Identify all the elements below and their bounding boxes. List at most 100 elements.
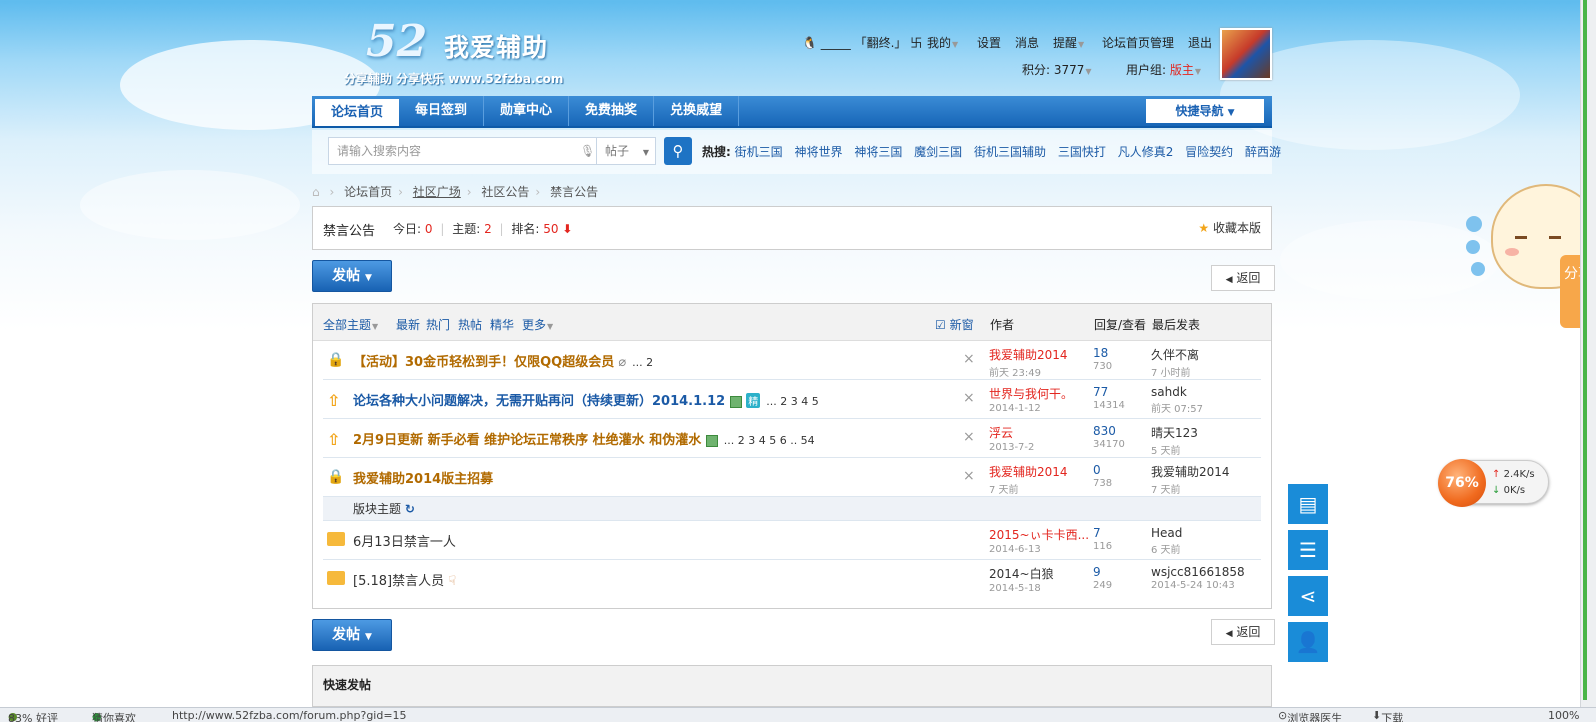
close-icon[interactable]: × (963, 390, 975, 406)
share-tool-button[interactable]: ⋖ (1288, 576, 1328, 616)
scroll-thumb[interactable] (1583, 0, 1587, 700)
nav-item-medals[interactable]: 勋章中心 (484, 96, 570, 126)
back-button[interactable]: ◀ 返回 (1211, 265, 1275, 291)
thread-title[interactable]: 2月9日更新 新手必看 维护论坛正常秩序 杜绝灌水 和伪灌水 ... 2 3 4… (353, 429, 815, 448)
thread-stats: 0 738 (1093, 463, 1113, 489)
thread-title[interactable]: 【活动】30金币轻松到手！仅限QQ超级会员 ⌀... 2 (353, 351, 653, 370)
qq-icon: 🐧 (802, 36, 817, 50)
thread-last-post[interactable]: wsjcc81661858 2014-5-24 10:43 (1151, 565, 1245, 591)
hot-term[interactable]: 三国快打 (1058, 145, 1106, 159)
search-type-select[interactable]: 帖子 ▼ (597, 137, 656, 165)
thread-author[interactable]: 2014~白狼 2014-5-18 (989, 565, 1054, 594)
section-divider: 版块主题 ↻ (323, 497, 1261, 521)
network-speed-widget[interactable]: 76% ↑ 2.4K/s ↓ 0K/s (1438, 459, 1549, 507)
avatar[interactable] (1220, 28, 1272, 80)
bg-cloud (1280, 220, 1500, 300)
back-button-bottom[interactable]: ◀ 返回 (1211, 619, 1275, 645)
thread-author[interactable]: 世界与我何干。 2014-1-12 (989, 385, 1073, 414)
refresh-icon[interactable]: ↻ (405, 502, 415, 516)
hot-term[interactable]: 神将世界 (794, 145, 842, 159)
thread-title[interactable]: 我爱辅助2014版主招募 (353, 468, 493, 487)
downloads[interactable]: ⬇ 下载 (1372, 709, 1403, 722)
list-tool-button[interactable]: ☰ (1288, 530, 1328, 570)
user-tool-icon: 👤 (1295, 630, 1321, 654)
table-row: ⇧ 论坛各种大小问题解决，无需开贴再问（持续更新）2014.1.12 精... … (323, 380, 1261, 419)
hot-term[interactable]: 街机三国 (735, 145, 783, 159)
checkbox-icon: ☑ (935, 318, 946, 332)
quick-post-header[interactable]: 快速发帖 (312, 665, 1272, 707)
thread-title[interactable]: 论坛各种大小问题解决，无需开贴再问（持续更新）2014.1.12 精... 2 … (353, 390, 819, 409)
close-icon[interactable]: × (963, 429, 975, 445)
hot-term[interactable]: 街机三国辅助 (974, 145, 1046, 159)
thread-last-post[interactable]: 晴天123 5 天前 (1151, 424, 1198, 457)
thread-title[interactable]: 6月13日禁言一人 (353, 531, 456, 550)
thread-author[interactable]: 浮云 2013-7-2 (989, 424, 1034, 453)
hot-term[interactable]: 醉西游 (1245, 145, 1281, 159)
star-icon: ★ (1198, 221, 1210, 235)
thread-last-post[interactable]: Head 6 天前 (1151, 526, 1182, 556)
browser-doctor[interactable]: ⊙ 浏览器医生 (1278, 709, 1342, 722)
menu-reminders[interactable]: 提醒▼ (1053, 34, 1084, 51)
new-window-toggle[interactable]: ☑ 新窗 (935, 316, 974, 333)
filter-all[interactable]: 全部主题▼ (323, 316, 378, 333)
nav-item-lottery[interactable]: 免费抽奖 (569, 96, 655, 126)
nav-item-signin[interactable]: 每日签到 (399, 96, 485, 126)
menu-settings[interactable]: 设置 (977, 34, 1001, 51)
username-link[interactable]: _____ 「翻终.」 卐 (821, 36, 922, 50)
menu-my[interactable]: 我的▼ (927, 34, 958, 51)
thread-title[interactable]: [5.18]禁言人员 ☟ (353, 570, 456, 589)
thread-stats: 9 249 (1093, 565, 1113, 591)
nav-item-exchange[interactable]: 兑换威望 (654, 96, 740, 126)
new-post-button[interactable]: 发帖 ▼ (312, 260, 392, 292)
nav-item-home[interactable]: 论坛首页 (315, 99, 400, 126)
bubble-icon (1466, 240, 1480, 254)
filter-latest[interactable]: 最新 (396, 316, 420, 333)
user-tool-button[interactable]: 👤 (1288, 622, 1328, 662)
chevron-down-icon: ▼ (1078, 40, 1085, 49)
doc-tool-button[interactable]: ▤ (1288, 484, 1328, 524)
thread-last-post[interactable]: 我爱辅助2014 7 天前 (1151, 463, 1230, 496)
thread-last-post[interactable]: sahdk 前天 07:57 (1151, 385, 1203, 415)
logo-number[interactable]: 52 (366, 16, 427, 67)
close-icon[interactable]: × (963, 468, 975, 484)
filter-more[interactable]: 更多▼ (522, 316, 553, 333)
favorite-forum-link[interactable]: ★ 收藏本版 (1198, 219, 1261, 236)
col-author: 作者 (990, 318, 1015, 332)
quick-nav-button[interactable]: 快捷导航 ▼ (1146, 99, 1264, 123)
new-post-button-bottom[interactable]: 发帖 ▼ (312, 619, 392, 651)
hot-term[interactable]: 凡人修真2 (1118, 145, 1174, 159)
hot-term[interactable]: 魔剑三国 (914, 145, 962, 159)
vertical-scrollbar[interactable] (1580, 0, 1596, 707)
search-button[interactable]: ⚲ (664, 137, 692, 165)
home-icon[interactable]: ⌂ (312, 185, 320, 199)
gear-icon (1471, 262, 1485, 276)
close-icon[interactable]: × (963, 351, 975, 367)
download-speed: ↓ 0K/s (1492, 485, 1526, 496)
hand-icon: ☟ (448, 574, 457, 589)
filter-hot-post[interactable]: 热帖 (458, 316, 482, 333)
lock-icon: 🔒 (327, 469, 345, 485)
breadcrumb-item[interactable]: 论坛首页 (344, 185, 392, 199)
zoom-level[interactable]: 100% (1548, 709, 1579, 722)
usergroup[interactable]: 用户组: 版主▼ (1126, 61, 1201, 78)
logo-name[interactable]: 我爱辅助 (444, 28, 548, 64)
memory-percent[interactable]: 76% (1438, 459, 1486, 507)
thread-author[interactable]: 我爱辅助2014 7 天前 (989, 463, 1068, 496)
menu-logout[interactable]: 退出 (1188, 34, 1212, 51)
filter-hot[interactable]: 热门 (426, 316, 450, 333)
breadcrumb-current: 禁言公告 (550, 185, 599, 199)
credits[interactable]: 积分: 3777▼ (1022, 61, 1092, 78)
thread-last-post[interactable]: 久伴不离 7 小时前 (1151, 346, 1199, 379)
hot-term[interactable]: 冒险契约 (1185, 145, 1233, 159)
filter-digest[interactable]: 精华 (490, 316, 514, 333)
menu-forum-admin[interactable]: 论坛首页管理 (1102, 34, 1174, 51)
breadcrumb-item[interactable]: 社区广场 (413, 185, 461, 199)
thread-author[interactable]: 2015~ぃ卡卡西... 2014-6-13 (989, 526, 1089, 555)
main-nav: 论坛首页 每日签到 勋章中心 免费抽奖 兑换威望 快捷导航 ▼ (312, 96, 1272, 128)
thread-author[interactable]: 我爱辅助2014 前天 23:49 (989, 346, 1068, 379)
mic-icon[interactable]: 🎙 (580, 144, 595, 158)
breadcrumb-item[interactable]: 社区公告 (481, 185, 529, 199)
menu-messages[interactable]: 消息 (1015, 34, 1039, 51)
hot-term[interactable]: 神将三国 (854, 145, 902, 159)
search-input[interactable]: 请输入搜索内容 (328, 137, 597, 165)
